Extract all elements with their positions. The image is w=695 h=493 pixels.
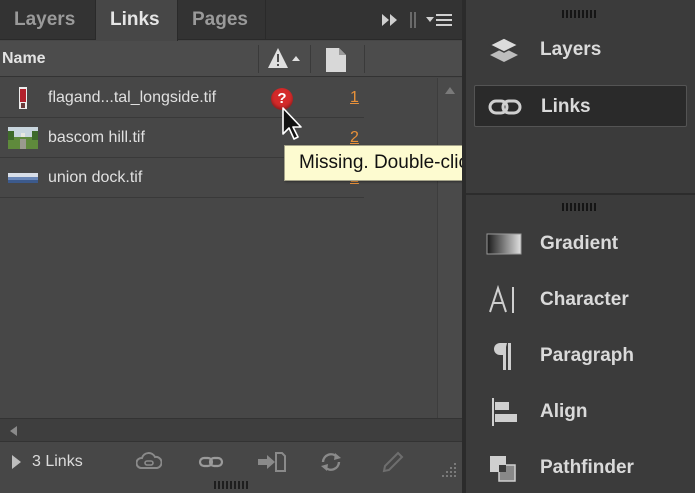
link-file-name: union dock.tif — [48, 169, 143, 186]
mouse-pointer-icon — [282, 107, 302, 140]
link-page-number[interactable]: 1 — [350, 78, 359, 118]
paragraph-icon — [494, 343, 511, 370]
scroll-up-icon[interactable] — [445, 87, 455, 94]
dock-item-label: Paragraph — [540, 345, 634, 366]
column-header: Name — [0, 41, 462, 77]
tab-pages[interactable]: Pages — [178, 0, 266, 40]
gradient-icon — [486, 233, 522, 255]
go-to-link-icon[interactable] — [256, 451, 286, 473]
update-link-icon[interactable] — [318, 451, 344, 473]
dock-item-label: Layers — [540, 39, 602, 60]
panel-menu-button[interactable] — [424, 0, 456, 40]
dock-item-character[interactable]: Character — [474, 279, 687, 321]
column-name[interactable]: Name — [2, 41, 46, 77]
scroll-left-icon[interactable] — [10, 426, 17, 436]
tab-layers[interactable]: Layers — [0, 0, 96, 40]
dock-item-paragraph[interactable]: Paragraph — [474, 335, 687, 377]
dock-item-gradient[interactable]: Gradient — [474, 223, 687, 265]
dock-grip-top[interactable] — [562, 10, 598, 18]
edit-original-icon[interactable] — [380, 451, 406, 473]
dock-item-label: Gradient — [540, 233, 619, 254]
layers-icon — [488, 37, 520, 62]
warning-sort-icon — [268, 48, 300, 68]
double-chevron-right-icon — [382, 14, 397, 26]
dock-thumbnail — [8, 173, 38, 183]
links-panel: Layers Links Pages Name flagand...tal_lo… — [0, 0, 462, 493]
flag-thumbnail — [19, 87, 27, 109]
dock-grip-middle[interactable] — [562, 203, 598, 211]
tab-links[interactable]: Links — [96, 0, 178, 41]
vertical-scrollbar[interactable] — [437, 78, 462, 418]
menu-lines-icon — [436, 14, 452, 16]
horizontal-scrollbar[interactable] — [0, 418, 462, 442]
dock-item-label: Links — [541, 96, 591, 117]
panel-bottom-grip[interactable] — [214, 481, 250, 489]
disclosure-triangle-icon[interactable] — [12, 455, 21, 469]
dropdown-arrow-icon — [426, 17, 434, 22]
panel-footer: 3 Links — [0, 443, 462, 481]
link-row[interactable]: flagand...tal_longside.tif ? 1 — [0, 78, 364, 118]
link-file-name: bascom hill.tif — [48, 129, 145, 146]
page-icon — [326, 48, 346, 72]
links-list: flagand...tal_longside.tif ? 1 bascom hi… — [0, 78, 436, 418]
dock-item-label: Pathfinder — [540, 457, 634, 478]
dock-item-links[interactable]: Links — [474, 85, 687, 127]
align-icon — [492, 398, 517, 426]
panel-grip-separator[interactable] — [410, 0, 418, 40]
collapsed-panel-dock: Layers Links Gradient Character Paragrap… — [466, 0, 695, 493]
relink-icon[interactable] — [198, 451, 224, 473]
link-count: 3 Links — [32, 453, 83, 470]
collapse-panel-button[interactable] — [378, 0, 404, 40]
status-column-header[interactable] — [266, 45, 306, 73]
character-icon — [489, 284, 514, 313]
dock-item-align[interactable]: Align — [474, 391, 687, 433]
dock-item-label: Character — [540, 289, 629, 310]
dock-item-layers[interactable]: Layers — [474, 29, 687, 71]
link-file-name: flagand...tal_longside.tif — [48, 89, 217, 106]
dock-item-label: Align — [540, 401, 588, 422]
hill-thumbnail — [8, 127, 38, 149]
panel-tab-bar: Layers Links Pages — [0, 0, 462, 41]
cloud-link-icon[interactable] — [135, 451, 163, 473]
pathfinder-icon — [490, 456, 516, 482]
resize-grip-icon[interactable] — [440, 461, 458, 477]
links-icon — [488, 99, 522, 115]
page-column-header[interactable] — [324, 47, 348, 73]
dock-item-pathfinder[interactable]: Pathfinder — [474, 447, 687, 489]
